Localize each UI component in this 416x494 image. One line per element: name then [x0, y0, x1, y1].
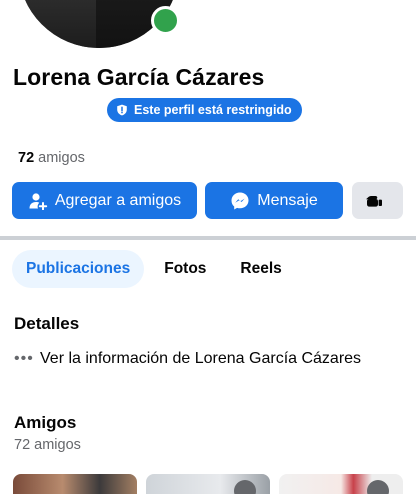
friends-heading: Amigos	[14, 413, 77, 432]
profile-avatar-wrapper[interactable]	[18, 0, 180, 48]
messenger-icon	[231, 192, 249, 209]
add-friend-button[interactable]: Agregar a amigos	[12, 182, 197, 219]
tab-fotos[interactable]: Fotos	[150, 250, 220, 288]
add-friend-icon	[29, 192, 48, 210]
friend-card-thumbnail[interactable]	[279, 474, 403, 494]
more-options-button[interactable]	[352, 182, 403, 219]
shield-icon	[117, 104, 127, 116]
add-friend-label: Agregar a amigos	[54, 191, 182, 209]
section-divider	[0, 236, 416, 240]
see-about-info-link[interactable]: ••• Ver la información de Lorena García …	[14, 348, 404, 370]
message-label: Mensaje	[257, 191, 318, 209]
friends-subtitle: 72 amigos	[14, 437, 81, 453]
friends-count-number: 72	[18, 150, 35, 166]
profile-name: Lorena García Cázares	[13, 64, 265, 90]
friend-card-overlay	[234, 480, 256, 494]
friend-card-thumbnail[interactable]	[146, 474, 270, 494]
more-dots-icon: •••	[14, 350, 34, 367]
friends-count[interactable]: 72 amigos	[18, 150, 85, 166]
restricted-profile-badge[interactable]: Este perfil está restringido	[107, 98, 302, 122]
see-about-info-label: Ver la información de Lorena García Cáza…	[40, 350, 362, 367]
tab-reels[interactable]: Reels	[226, 250, 295, 288]
friend-card-thumbnail[interactable]	[13, 474, 137, 494]
message-button[interactable]: Mensaje	[205, 182, 343, 219]
friends-count-word: amigos	[34, 150, 85, 166]
avatar-photo-part	[26, 0, 96, 48]
friend-card-overlay	[367, 480, 389, 494]
tab-publicaciones[interactable]: Publicaciones	[12, 250, 145, 288]
restricted-badge-label: Este perfil está restringido	[134, 103, 292, 117]
online-status-indicator	[151, 6, 180, 35]
profile-tabs: Publicaciones Fotos Reels	[12, 250, 296, 288]
hand-pointer-icon	[366, 195, 382, 207]
details-heading: Detalles	[14, 314, 80, 333]
